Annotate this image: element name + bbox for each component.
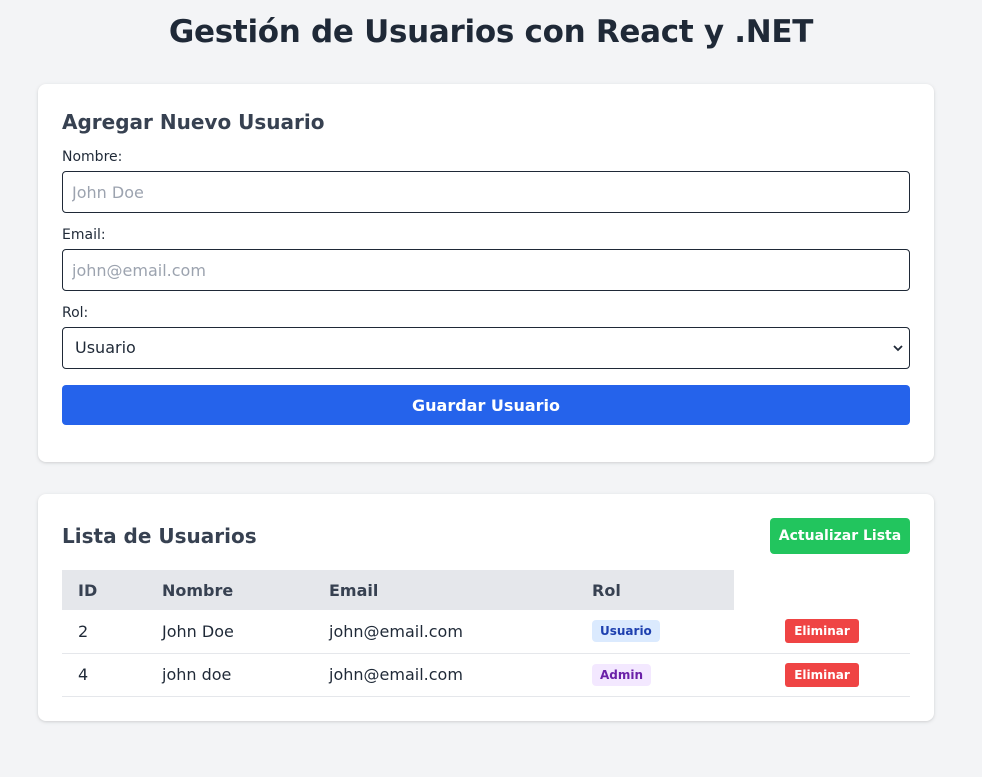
page-title: Gestión de Usuarios con React y .NET <box>168 14 814 50</box>
email-input[interactable] <box>62 249 910 291</box>
role-badge: Usuario <box>592 620 660 643</box>
cell-actions: Eliminar <box>734 653 910 697</box>
cell-email: john@email.com <box>313 653 576 697</box>
column-header-email: Email <box>313 570 576 610</box>
user-list-title: Lista de Usuarios <box>62 524 257 548</box>
column-header-role: Rol <box>576 570 734 610</box>
list-header: Lista de Usuarios Actualizar Lista <box>62 518 910 554</box>
save-user-button[interactable]: Guardar Usuario <box>62 385 910 425</box>
add-user-title: Agregar Nuevo Usuario <box>62 110 325 134</box>
email-label: Email: <box>62 227 106 243</box>
cell-email: john@email.com <box>313 610 576 654</box>
role-select-value: Usuario <box>75 338 136 357</box>
users-table: ID Nombre Email Rol 2 John Doe john@emai… <box>62 570 910 697</box>
refresh-list-button[interactable]: Actualizar Lista <box>770 518 910 554</box>
role-label: Rol: <box>62 305 89 321</box>
cell-name: John Doe <box>146 610 313 654</box>
table-row: 4 john doe john@email.com Admin Eliminar <box>62 653 910 697</box>
role-select[interactable]: Usuario <box>62 327 910 369</box>
cell-role: Admin <box>576 653 734 697</box>
delete-button[interactable]: Eliminar <box>785 619 859 644</box>
cell-id: 2 <box>62 610 146 654</box>
add-user-card: Agregar Nuevo Usuario Nombre: Email: Rol… <box>38 84 934 462</box>
column-header-id: ID <box>62 570 146 610</box>
user-list-card: Lista de Usuarios Actualizar Lista ID No… <box>38 494 934 721</box>
column-header-actions <box>734 570 910 610</box>
cell-name: john doe <box>146 653 313 697</box>
table-header-row: ID Nombre Email Rol <box>62 570 910 610</box>
cell-role: Usuario <box>576 610 734 654</box>
cell-actions: Eliminar <box>734 610 910 654</box>
table-row: 2 John Doe john@email.com Usuario Elimin… <box>62 610 910 654</box>
name-input[interactable] <box>62 171 910 213</box>
cell-id: 4 <box>62 653 146 697</box>
role-badge: Admin <box>592 663 652 686</box>
delete-button[interactable]: Eliminar <box>785 662 859 687</box>
chevron-down-icon <box>893 345 903 352</box>
column-header-name: Nombre <box>146 570 313 610</box>
name-label: Nombre: <box>62 149 123 165</box>
